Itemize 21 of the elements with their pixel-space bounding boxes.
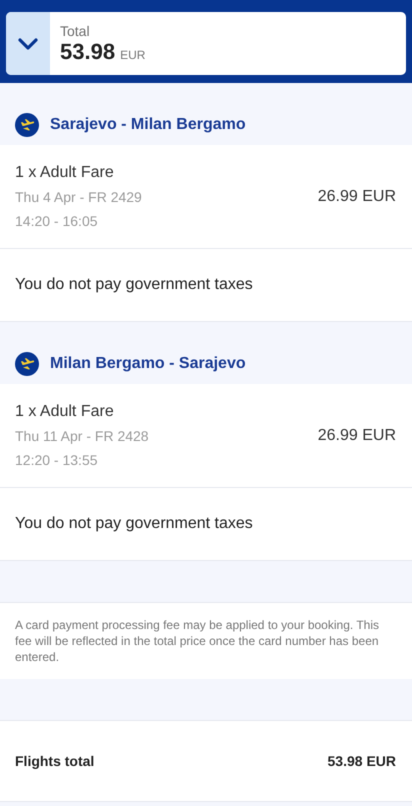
taxes-note: You do not pay government taxes	[15, 276, 253, 294]
flight-date: Thu 4 Apr - FR 2429	[15, 188, 142, 207]
fare-label: 1 x Adult Fare	[15, 402, 115, 422]
plane-icon	[15, 113, 39, 137]
currency-label: EUR	[120, 48, 146, 62]
flight-times: 14:20 - 16:05	[15, 212, 99, 231]
flights-total-label: Flights total	[15, 753, 94, 769]
fee-note: A card payment processing fee may be applied to your booking. This fee will be reflected in the total price once the card number has been entered.	[15, 617, 380, 665]
fare-price: 26.99 EUR	[318, 427, 396, 445]
flights-total-amount: 53.98 EUR	[328, 753, 396, 769]
total-amount: 53.98	[60, 39, 116, 65]
fare-label: 1 x Adult Fare	[15, 163, 115, 183]
flight-times: 12:20 - 13:55	[15, 451, 99, 470]
plane-icon	[15, 352, 39, 376]
route-title: Milan Bergamo - Sarajevo	[50, 355, 246, 373]
route-title: Sarajevo - Milan Bergamo	[50, 116, 246, 134]
flight-date: Thu 11 Apr - FR 2428	[15, 427, 149, 446]
taxes-note: You do not pay government taxes	[15, 515, 253, 533]
expand-button[interactable]	[6, 12, 50, 75]
total-label: Total	[60, 23, 91, 39]
fare-price: 26.99 EUR	[318, 188, 396, 206]
